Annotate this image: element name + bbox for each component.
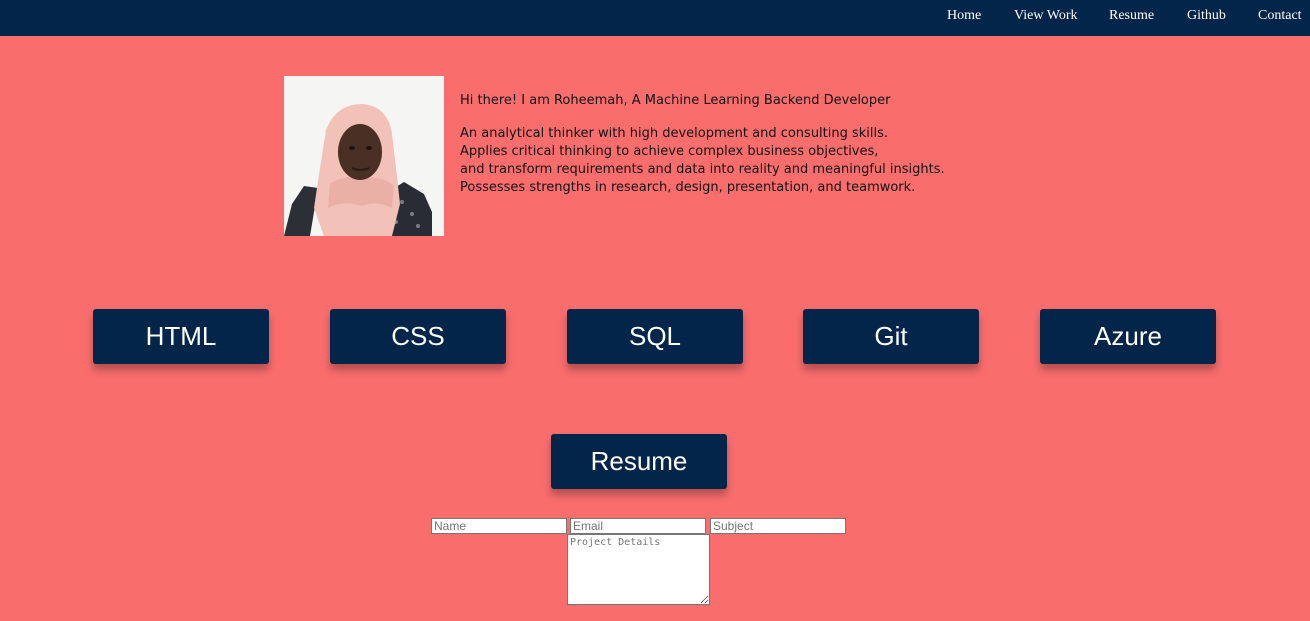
nav-link-home[interactable]: Home xyxy=(947,8,981,24)
nav-link-view-work[interactable]: View Work xyxy=(1014,8,1078,24)
nav-link-contact[interactable]: Contact xyxy=(1258,8,1302,24)
skill-button-html[interactable]: HTML xyxy=(93,309,269,364)
intro-headline: Hi there! I am Roheemah, A Machine Learn… xyxy=(460,93,891,108)
skill-button-css[interactable]: CSS xyxy=(330,309,506,364)
top-navbar: Home View Work Resume Github Contact xyxy=(0,0,1310,36)
profile-photo-illustration xyxy=(284,76,444,236)
nav-link-github[interactable]: Github xyxy=(1187,8,1226,24)
intro-line: Possesses strengths in research, design,… xyxy=(460,180,916,195)
intro-section: Hi there! I am Roheemah, A Machine Learn… xyxy=(460,92,1020,197)
skill-button-git[interactable]: Git xyxy=(803,309,979,364)
subject-input[interactable] xyxy=(710,518,846,534)
intro-line: An analytical thinker with high developm… xyxy=(460,126,889,141)
intro-description: An analytical thinker with high developm… xyxy=(460,125,1020,197)
skill-button-azure[interactable]: Azure xyxy=(1040,309,1216,364)
project-details-textarea[interactable] xyxy=(567,534,710,605)
profile-photo xyxy=(284,76,444,236)
intro-line: and transform requirements and data into… xyxy=(460,162,945,177)
resume-button[interactable]: Resume xyxy=(551,434,727,489)
skill-button-sql[interactable]: SQL xyxy=(567,309,743,364)
intro-line: Applies critical thinking to achieve com… xyxy=(460,144,879,159)
nav-link-resume[interactable]: Resume xyxy=(1109,8,1154,24)
name-input[interactable] xyxy=(431,518,567,534)
email-input[interactable] xyxy=(570,518,706,534)
